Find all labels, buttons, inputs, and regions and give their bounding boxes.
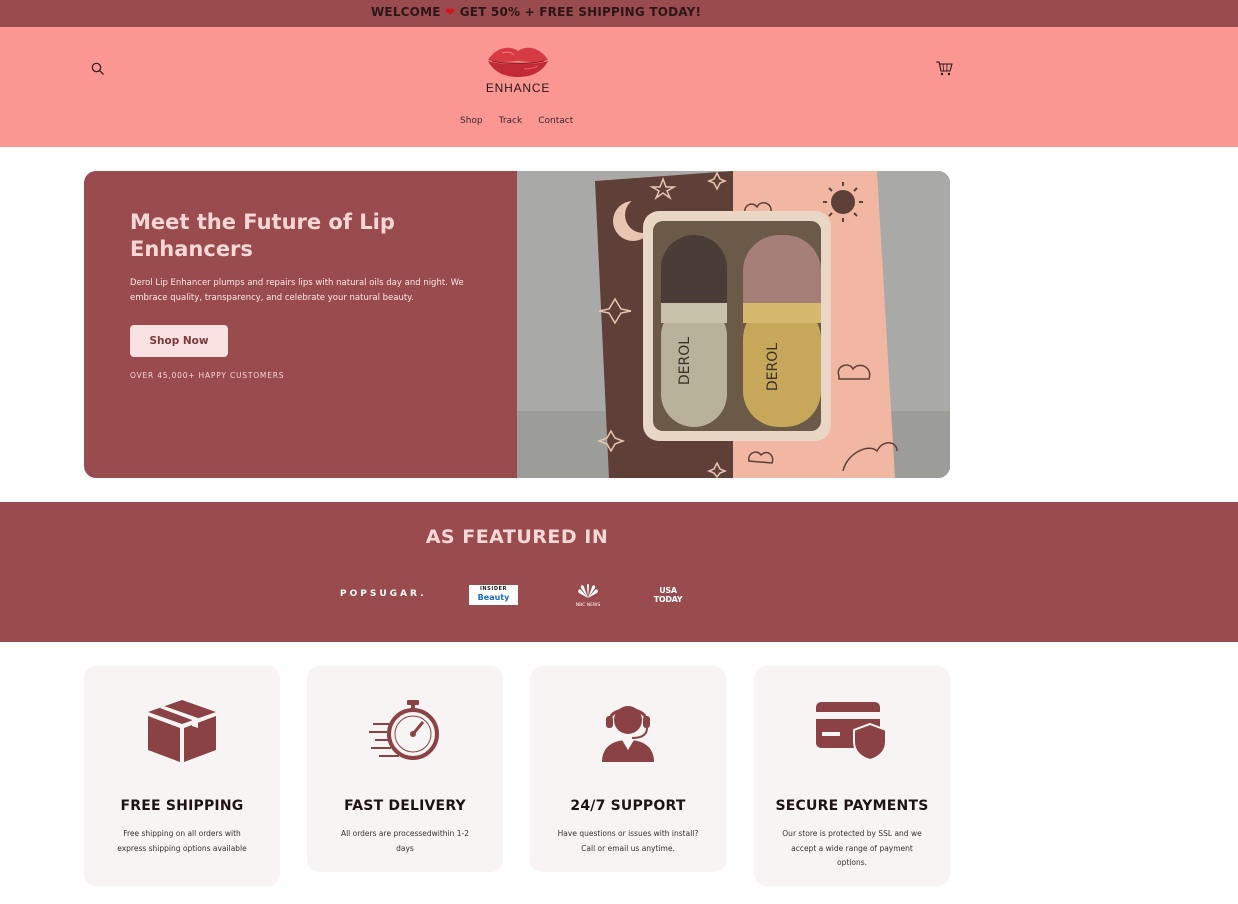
insider-logo-top: INSIDER bbox=[479, 586, 508, 592]
popsugar-logo: POPSUGAR. bbox=[340, 589, 427, 599]
feature-title: FREE SHIPPING bbox=[120, 798, 244, 814]
shop-now-button[interactable]: Shop Now bbox=[130, 325, 228, 357]
insider-logo-bottom: Beauty bbox=[477, 593, 510, 602]
product-image: DEROL DEROL bbox=[517, 171, 950, 478]
feature-description: Free shipping on all orders with express… bbox=[117, 829, 247, 853]
card-shield-icon bbox=[816, 702, 887, 762]
hero-banner: Meet the Future of Lip Enhancers Derol L… bbox=[84, 171, 950, 478]
box-icon bbox=[148, 700, 216, 762]
feature-card-support: 24/7 SUPPORT Have questions or issues wi… bbox=[530, 666, 726, 872]
feature-description: Our store is protected by SSL and we acc… bbox=[782, 829, 922, 867]
search-icon[interactable] bbox=[91, 62, 105, 76]
stopwatch-icon bbox=[369, 700, 439, 760]
feature-title: SECURE PAYMENTS bbox=[775, 798, 929, 814]
nbc-news-text: NBC NEWS bbox=[576, 602, 601, 608]
feature-title: FAST DELIVERY bbox=[344, 798, 466, 814]
insider-beauty-logo: INSIDER Beauty bbox=[469, 585, 518, 605]
nav-shop[interactable]: Shop bbox=[460, 116, 483, 126]
usa-today-line-1: USA bbox=[659, 586, 677, 595]
announcement-text: WELCOME ❤ GET 50% + FREE SHIPPING TODAY! bbox=[371, 5, 701, 19]
feature-card-secure-payments: SECURE PAYMENTS Our store is protected b… bbox=[754, 666, 950, 886]
nav-contact[interactable]: Contact bbox=[538, 116, 573, 126]
main-nav: Shop Track Contact bbox=[460, 116, 573, 126]
feature-description: All orders are processedwithin 1-2 days bbox=[340, 829, 470, 853]
logo-text: ENHANCE bbox=[485, 81, 551, 95]
announcement-text-before: WELCOME bbox=[371, 5, 441, 19]
nav-track[interactable]: Track bbox=[499, 116, 523, 126]
featured-title: AS FEATURED IN bbox=[425, 526, 609, 548]
announcement-text-after: GET 50% + FREE SHIPPING TODAY! bbox=[459, 5, 702, 19]
happy-customers-text: OVER 45,000+ HAPPY CUSTOMERS bbox=[130, 371, 285, 380]
headset-icon bbox=[602, 706, 654, 762]
site-header: ENHANCE Shop Track Contact bbox=[0, 27, 1238, 147]
hero-description: Derol Lip Enhancer plumps and repairs li… bbox=[130, 278, 464, 303]
product-label-1: DEROL bbox=[677, 337, 693, 385]
usa-today-logo: USA TODAY bbox=[650, 586, 686, 604]
feature-card-fast-delivery: FAST DELIVERY All orders are processedwi… bbox=[307, 666, 503, 872]
lips-icon bbox=[488, 47, 548, 77]
product-label-2: DEROL bbox=[765, 343, 781, 391]
featured-section: AS FEATURED IN POPSUGAR. INSIDER Beauty … bbox=[0, 502, 1238, 642]
feature-title: 24/7 SUPPORT bbox=[570, 798, 686, 814]
heart-icon: ❤ bbox=[445, 5, 456, 19]
usa-today-line-2: TODAY bbox=[653, 595, 683, 604]
feature-card-free-shipping: FREE SHIPPING Free shipping on all order… bbox=[84, 666, 280, 886]
nbc-news-logo: NBC NEWS bbox=[576, 584, 601, 608]
feature-description: Have questions or issues with install? C… bbox=[557, 829, 699, 853]
announcement-bar: WELCOME ❤ GET 50% + FREE SHIPPING TODAY! bbox=[0, 0, 1238, 27]
cart-icon[interactable] bbox=[935, 60, 953, 76]
hero-title: Meet the Future of Lip Enhancers bbox=[130, 210, 395, 261]
brand-logo[interactable]: ENHANCE bbox=[482, 43, 554, 99]
